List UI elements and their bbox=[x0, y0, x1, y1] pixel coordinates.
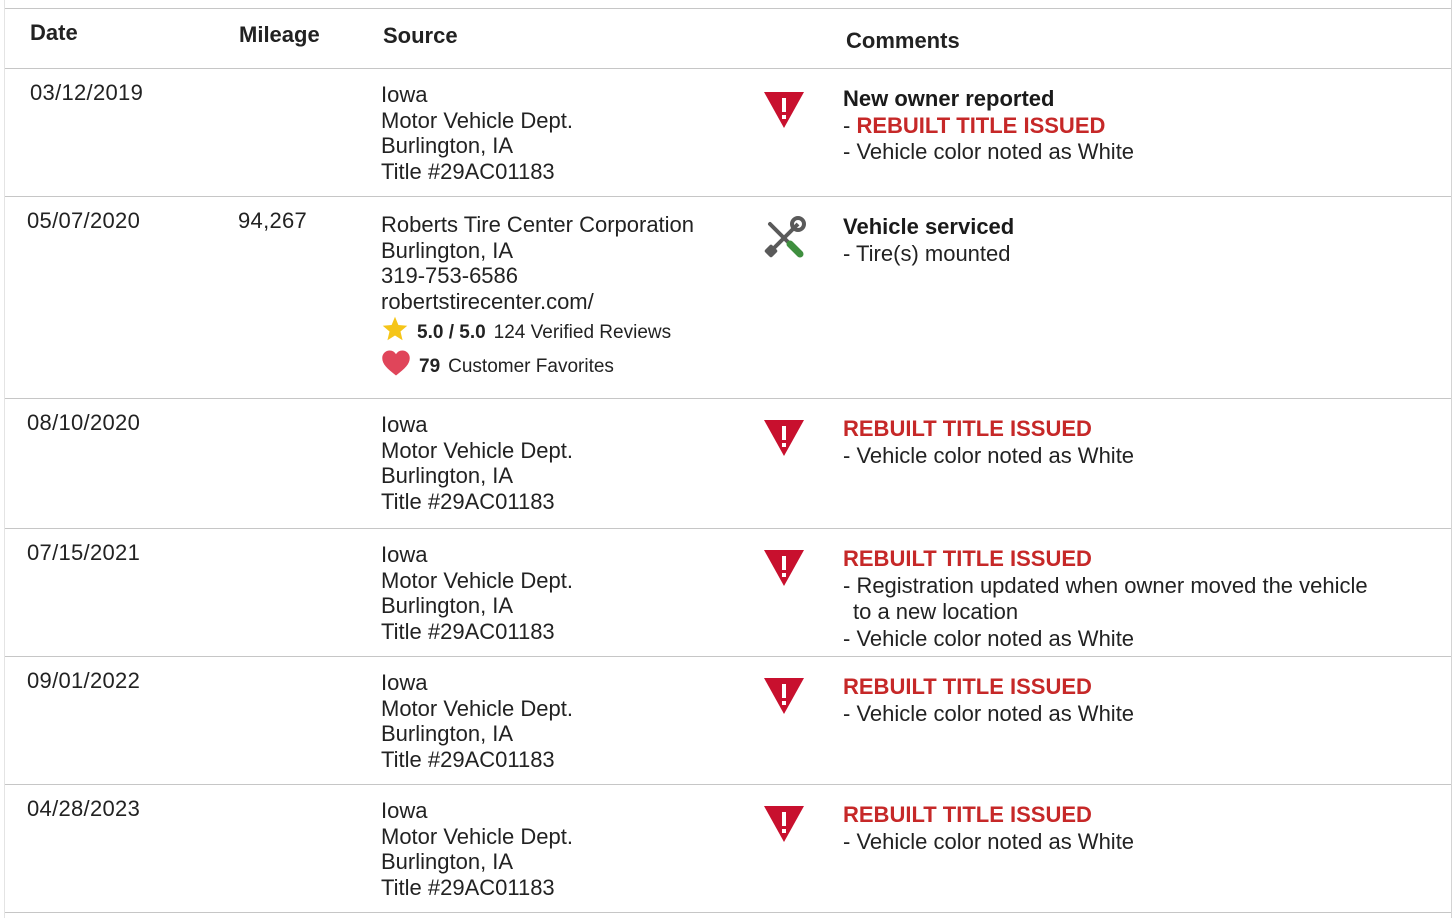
header-mileage: Mileage bbox=[239, 22, 320, 47]
source-line: Title #29AC01183 bbox=[381, 746, 555, 772]
source-line: Motor Vehicle Dept. bbox=[381, 695, 573, 721]
comment-headline: New owner reported bbox=[843, 86, 1055, 111]
record-date: 07/15/2021 bbox=[27, 540, 141, 565]
warning-triangle-icon bbox=[760, 416, 808, 460]
record-date: 09/01/2022 bbox=[27, 668, 141, 693]
source-line: Title #29AC01183 bbox=[381, 158, 555, 184]
source-line: Burlington, IA bbox=[381, 237, 514, 263]
comment-item: - Tire(s) mounted bbox=[843, 240, 1011, 266]
source-line: Burlington, IA bbox=[381, 721, 514, 746]
source-line: Motor Vehicle Dept. bbox=[381, 567, 573, 593]
record-source: Iowa Motor Vehicle Dept. Burlington, IA … bbox=[381, 82, 573, 184]
record-comments: REBUILT TITLE ISSUED - Vehicle color not… bbox=[843, 416, 1134, 469]
comment-item: - Vehicle color noted as White bbox=[843, 442, 1135, 468]
source-line: Burlington, IA bbox=[381, 593, 514, 618]
source-line: Iowa bbox=[381, 542, 428, 567]
source-line: robertstirecenter.com/ bbox=[381, 288, 594, 314]
comment-item: - Vehicle color noted as White bbox=[843, 625, 1135, 651]
source-line: Motor Vehicle Dept. bbox=[381, 107, 573, 133]
source-line: Iowa bbox=[381, 798, 428, 823]
record-source: Iowa Motor Vehicle Dept. Burlington, IA … bbox=[381, 542, 573, 644]
row-divider bbox=[5, 656, 1451, 657]
comment-alert: REBUILT TITLE ISSUED bbox=[843, 416, 1092, 441]
vehicle-history-table: Date Mileage Source Comments 03/12/2019 … bbox=[4, 0, 1452, 918]
warning-triangle-icon bbox=[760, 88, 808, 132]
source-line: 319-753-6586 bbox=[381, 263, 519, 288]
record-comments: REBUILT TITLE ISSUED - Vehicle color not… bbox=[843, 802, 1134, 855]
header-divider bbox=[5, 68, 1451, 69]
source-line: Roberts Tire Center Corporation bbox=[381, 212, 695, 237]
record-mileage: 94,267 bbox=[238, 208, 308, 233]
source-line: Title #29AC01183 bbox=[381, 618, 555, 644]
source-line: Iowa bbox=[381, 412, 428, 437]
source-line: Burlington, IA bbox=[381, 849, 514, 874]
heart-icon bbox=[381, 349, 411, 385]
record-comments: Vehicle serviced - Tire(s) mounted bbox=[843, 214, 1014, 267]
comment-alert: REBUILT TITLE ISSUED bbox=[843, 802, 1092, 827]
warning-triangle-icon bbox=[760, 546, 808, 590]
top-border bbox=[5, 8, 1451, 9]
row-divider bbox=[5, 398, 1451, 399]
record-comments: New owner reported - REBUILT TITLE ISSUE… bbox=[843, 86, 1134, 166]
comment-item: - Registration updated when owner moved … bbox=[843, 572, 1368, 598]
record-comments: REBUILT TITLE ISSUED - Vehicle color not… bbox=[843, 674, 1134, 727]
wrench-screwdriver-icon bbox=[762, 216, 810, 260]
record-date: 03/12/2019 bbox=[30, 80, 144, 105]
rating-reviews: 124 Verified Reviews bbox=[493, 322, 672, 344]
comment-alert-prefix: - bbox=[843, 112, 857, 138]
header-source: Source bbox=[383, 23, 458, 48]
favorites-count: 79 bbox=[419, 356, 441, 378]
favorites-label: Customer Favorites bbox=[448, 356, 614, 378]
comment-alert-line: - REBUILT TITLE ISSUED bbox=[843, 113, 1134, 140]
record-source: Iowa Motor Vehicle Dept. Burlington, IA … bbox=[381, 798, 573, 900]
comment-item: - Vehicle color noted as White bbox=[843, 139, 1135, 164]
record-source: Iowa Motor Vehicle Dept. Burlington, IA … bbox=[381, 670, 573, 772]
header-date: Date bbox=[30, 20, 78, 45]
comment-item: - Vehicle color noted as White bbox=[843, 828, 1135, 854]
row-divider bbox=[5, 528, 1451, 529]
row-divider bbox=[5, 784, 1451, 785]
source-line: Iowa bbox=[381, 670, 428, 695]
source-line: Title #29AC01183 bbox=[381, 874, 555, 900]
bottom-border bbox=[5, 912, 1451, 913]
record-date: 08/10/2020 bbox=[27, 410, 141, 435]
star-icon bbox=[381, 315, 409, 351]
record-source: Iowa Motor Vehicle Dept. Burlington, IA … bbox=[381, 412, 573, 514]
favorites-line: 79 Customer Favorites bbox=[381, 349, 694, 385]
record-source: Roberts Tire Center Corporation Burlingt… bbox=[381, 212, 694, 382]
source-line: Motor Vehicle Dept. bbox=[381, 823, 573, 849]
comment-alert: REBUILT TITLE ISSUED bbox=[843, 674, 1092, 699]
rating-score: 5.0 / 5.0 bbox=[417, 322, 486, 344]
source-line: Title #29AC01183 bbox=[381, 488, 555, 514]
record-comments: REBUILT TITLE ISSUED - Registration upda… bbox=[843, 546, 1368, 652]
row-divider bbox=[5, 196, 1451, 197]
header-comments: Comments bbox=[846, 28, 960, 53]
record-date: 04/28/2023 bbox=[27, 796, 141, 821]
rating-line: 5.0 / 5.0 124 Verified Reviews bbox=[381, 315, 694, 351]
comment-alert: REBUILT TITLE ISSUED bbox=[843, 546, 1092, 571]
source-line: Motor Vehicle Dept. bbox=[381, 437, 573, 463]
source-line: Iowa bbox=[381, 82, 428, 107]
comment-alert: REBUILT TITLE ISSUED bbox=[856, 112, 1106, 138]
comment-item: - Vehicle color noted as White bbox=[843, 700, 1135, 726]
warning-triangle-icon bbox=[760, 674, 808, 718]
comment-headline: Vehicle serviced bbox=[843, 214, 1015, 239]
comment-item-continued: to a new location bbox=[853, 599, 1019, 624]
record-date: 05/07/2020 bbox=[27, 208, 141, 233]
source-line: Burlington, IA bbox=[381, 133, 514, 158]
source-line: Burlington, IA bbox=[381, 463, 514, 488]
warning-triangle-icon bbox=[760, 802, 808, 846]
